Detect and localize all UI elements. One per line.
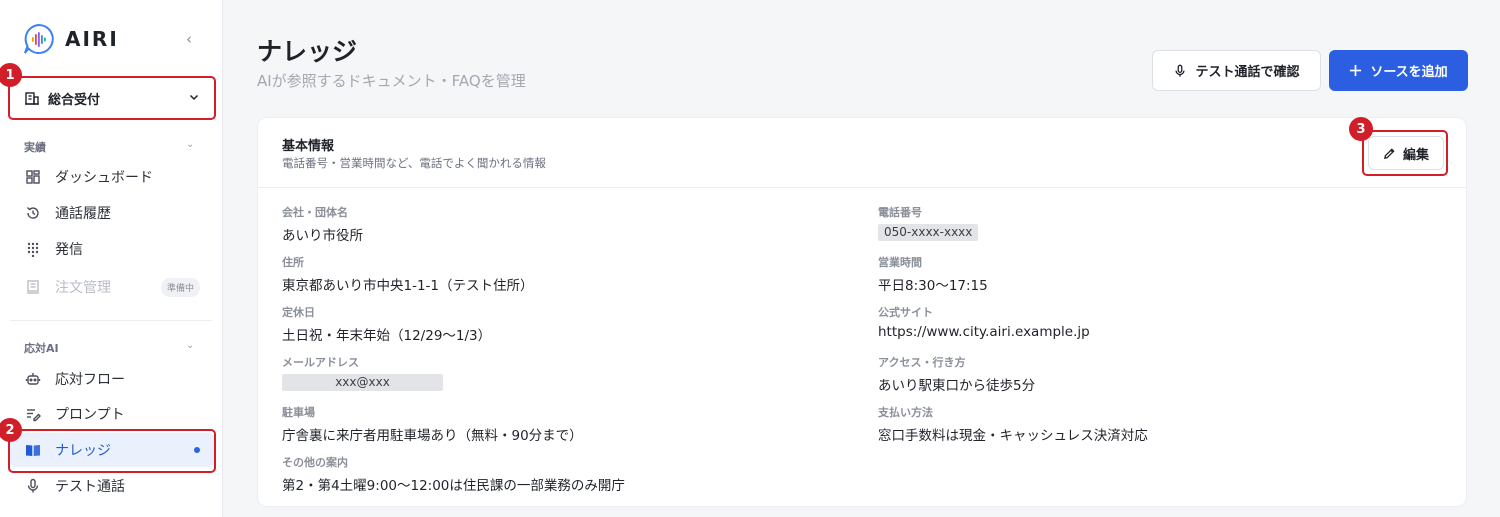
- dashboard-icon: [24, 169, 41, 186]
- field-other: その他の案内 第2・第4土曜9:00〜12:00は住民課の一部業務のみ開庁: [282, 454, 625, 494]
- sidebar-item-flow[interactable]: 応対フロー: [10, 362, 214, 396]
- field-hours: 営業時間 平日8:30〜17:15: [878, 254, 988, 294]
- logo-text: AIRI: [65, 27, 119, 51]
- field-value: 窓口手数料は現金・キャッシュレス決済対応: [878, 428, 1148, 444]
- sidebar-item-label: ダッシュボード: [55, 170, 153, 186]
- add-source-button-label: ソースを追加: [1370, 65, 1448, 80]
- test-call-button[interactable]: テスト通話で確認: [1152, 50, 1321, 91]
- mic-icon: [24, 478, 41, 495]
- logo-icon: [22, 22, 56, 56]
- logo[interactable]: AIRI: [22, 22, 119, 56]
- field-label: その他の案内: [282, 456, 348, 469]
- pencil-icon: [1383, 147, 1396, 160]
- active-dot: [194, 447, 200, 453]
- prompt-icon: [24, 406, 41, 423]
- chevron-down-icon: [188, 91, 200, 106]
- field-value: https://www.city.airi.example.jp: [878, 324, 1090, 340]
- card-description: 電話番号・営業時間など、電話でよく聞かれる情報: [282, 156, 546, 170]
- field-value: 土日祝・年末年始（12/29〜1/3）: [282, 328, 492, 344]
- field-value: 東京都あいり市中央1-1-1（テスト住所）: [282, 278, 534, 294]
- basic-info-card: 基本情報 電話番号・営業時間など、電話でよく聞かれる情報 編集 会社・団体名 あ…: [257, 117, 1467, 507]
- field-org-name: 会社・団体名 あいり市役所: [282, 204, 363, 244]
- field-website: 公式サイト https://www.city.airi.example.jp: [878, 304, 1090, 340]
- sidebar: AIRI ‹ 総合受付 1 実績 ⌄ ダッシュボード 通話履歴 発信 注文管理 …: [0, 0, 223, 517]
- sidebar-item-label: 通話履歴: [55, 206, 111, 222]
- status-badge: 準備中: [160, 277, 200, 297]
- field-access: アクセス・行き方 あいり駅東口から徒歩5分: [878, 354, 1035, 394]
- sidebar-item-label: 発信: [55, 242, 83, 258]
- field-label: 支払い方法: [878, 406, 933, 419]
- workspace-label: 総合受付: [48, 92, 101, 108]
- field-address: 住所 東京都あいり市中央1-1-1（テスト住所）: [282, 254, 534, 294]
- divider: [10, 320, 212, 321]
- order-icon: [24, 279, 41, 296]
- section-title-ai: 応対AI: [24, 342, 59, 355]
- field-label: 営業時間: [878, 256, 922, 269]
- sidebar-item-test-call[interactable]: テスト通話: [10, 469, 214, 503]
- field-value: 第2・第4土曜9:00〜12:00は住民課の一部業務のみ開庁: [282, 478, 625, 494]
- field-value: あいり市役所: [282, 228, 363, 244]
- workspace-selector[interactable]: 総合受付: [10, 78, 214, 118]
- sidebar-item-label: 注文管理: [55, 280, 111, 296]
- chevron-down-icon[interactable]: ⌄: [186, 139, 194, 150]
- book-icon: [24, 442, 41, 459]
- field-holidays: 定休日 土日祝・年末年始（12/29〜1/3）: [282, 304, 491, 344]
- field-label: 駐車場: [282, 406, 315, 419]
- sidebar-item-orders: 注文管理 準備中: [10, 270, 214, 304]
- field-label: 公式サイト: [878, 306, 933, 319]
- field-label: 定休日: [282, 306, 315, 319]
- card-title: 基本情報: [282, 139, 335, 154]
- sidebar-item-call-history[interactable]: 通話履歴: [10, 196, 214, 230]
- field-label: 会社・団体名: [282, 206, 348, 219]
- page-title: ナレッジ: [257, 37, 358, 66]
- sidebar-item-prompt[interactable]: プロンプト: [10, 397, 214, 431]
- sidebar-item-label: ナレッジ: [55, 443, 111, 459]
- collapse-sidebar-icon[interactable]: ‹: [180, 30, 198, 48]
- card-header: 基本情報 電話番号・営業時間など、電話でよく聞かれる情報 編集: [258, 118, 1466, 188]
- field-value: あいり駅東口から徒歩5分: [878, 378, 1036, 394]
- section-title-results: 実績: [24, 141, 46, 154]
- sidebar-item-outbound[interactable]: 発信: [10, 232, 214, 266]
- masked-email-value: xxx@xxx: [282, 374, 443, 391]
- masked-phone-value: 050-xxxx-xxxx: [878, 224, 979, 241]
- bot-icon: [24, 371, 41, 388]
- test-call-button-label: テスト通話で確認: [1195, 65, 1300, 80]
- field-parking: 駐車場 庁舎裏に来庁者用駐車場あり（無料・90分まで）: [282, 404, 583, 444]
- edit-button-label: 編集: [1402, 147, 1429, 163]
- chevron-down-icon[interactable]: ⌄: [186, 340, 194, 351]
- sidebar-item-dashboard[interactable]: ダッシュボード: [10, 160, 214, 194]
- plus-icon: [1349, 64, 1362, 77]
- field-value: 平日8:30〜17:15: [878, 278, 988, 294]
- mic-icon: [1173, 64, 1187, 78]
- history-icon: [24, 205, 41, 222]
- sidebar-item-label: プロンプト: [55, 407, 125, 423]
- field-label: 住所: [282, 256, 304, 269]
- field-label: 電話番号: [878, 206, 922, 219]
- field-email: メールアドレス xxx@xxx: [282, 354, 443, 391]
- sidebar-item-label: 応対フロー: [55, 372, 125, 388]
- sidebar-item-knowledge[interactable]: ナレッジ: [10, 433, 214, 467]
- field-payment: 支払い方法 窓口手数料は現金・キャッシュレス決済対応: [878, 404, 1148, 444]
- edit-button[interactable]: 編集: [1368, 136, 1444, 170]
- building-icon: [24, 90, 40, 106]
- sidebar-item-label: テスト通話: [55, 479, 125, 495]
- field-phone: 電話番号 050-xxxx-xxxx: [878, 204, 979, 241]
- field-label: メールアドレス: [282, 356, 359, 369]
- page-subtitle: AIが参照するドキュメント・FAQを管理: [257, 72, 526, 90]
- step-marker-3: 3: [1349, 117, 1373, 141]
- add-source-button[interactable]: ソースを追加: [1329, 50, 1468, 91]
- dialpad-icon: [24, 241, 41, 258]
- field-label: アクセス・行き方: [878, 356, 966, 369]
- field-value: 庁舎裏に来庁者用駐車場あり（無料・90分まで）: [282, 428, 583, 444]
